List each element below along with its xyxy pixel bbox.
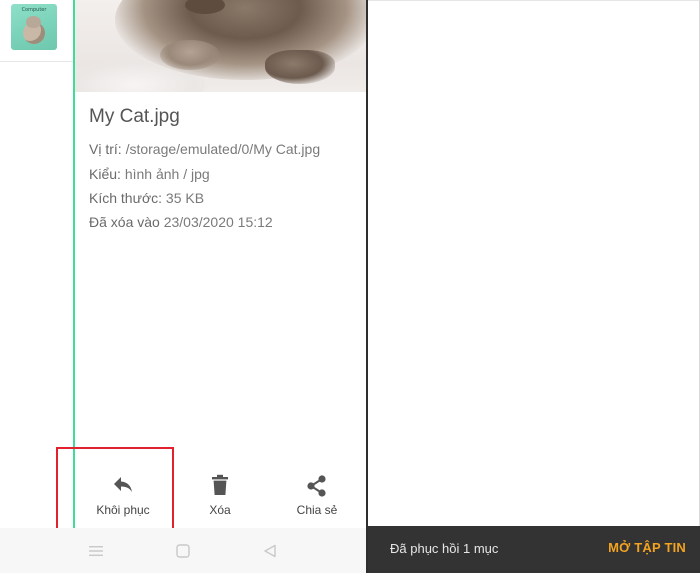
action-bar: Khôi phục Xóa Chia sẻ: [0, 460, 366, 530]
file-name-title: My Cat.jpg: [89, 106, 180, 127]
trash-icon: [175, 474, 265, 498]
restore-button[interactable]: Khôi phục: [78, 460, 168, 530]
location-label: Vị trí:: [89, 141, 122, 157]
photo-preview[interactable]: [75, 0, 366, 92]
restored-screen: Đã phục hồi 1 mục MỞ TẬP TIN: [368, 0, 700, 573]
location-row: Vị trí: /storage/emulated/0/My Cat.jpg: [89, 141, 320, 157]
deleted-row: Đã xóa vào 23/03/2020 15:12: [89, 214, 273, 230]
file-detail-screen: Computer My Cat.jpg Vị trí: /storage/emu…: [0, 0, 366, 573]
system-nav-bar: [0, 528, 366, 573]
selected-thumbnail[interactable]: Computer: [11, 4, 57, 50]
thumbnail-strip: Computer: [0, 0, 74, 62]
size-label: Kích thước:: [89, 190, 163, 206]
location-value: /storage/emulated/0/My Cat.jpg: [125, 141, 321, 157]
type-label: Kiểu:: [89, 166, 121, 182]
share-label: Chia sẻ: [296, 503, 338, 517]
snackbar: Đã phục hồi 1 mục MỞ TẬP TIN: [368, 526, 700, 573]
home-square-icon[interactable]: [173, 541, 193, 561]
menu-icon[interactable]: [86, 541, 106, 561]
share-button[interactable]: Chia sẻ: [272, 460, 362, 530]
size-value: 35 KB: [165, 190, 205, 206]
snackbar-message: Đã phục hồi 1 mục: [390, 541, 499, 556]
restore-label: Khôi phục: [96, 503, 150, 517]
type-value: hình ảnh / jpg: [124, 166, 210, 182]
delete-button[interactable]: Xóa: [175, 460, 265, 530]
photo-cat-paw-left-shape: [160, 40, 220, 70]
share-icon: [272, 474, 362, 498]
deleted-value: 23/03/2020 15:12: [163, 214, 273, 230]
deleted-label: Đã xóa vào: [89, 214, 160, 230]
size-row: Kích thước: 35 KB: [89, 190, 204, 206]
thumbnail-caption: Computer: [21, 7, 47, 13]
back-triangle-icon[interactable]: [260, 541, 280, 561]
thumbnail-cat-head: [26, 16, 41, 28]
open-file-button[interactable]: MỞ TẬP TIN: [608, 540, 686, 555]
delete-label: Xóa: [209, 503, 231, 517]
photo-cat-paw-right-shape: [265, 50, 335, 84]
reply-arrow-icon: [78, 474, 168, 498]
type-row: Kiểu: hình ảnh / jpg: [89, 166, 210, 182]
